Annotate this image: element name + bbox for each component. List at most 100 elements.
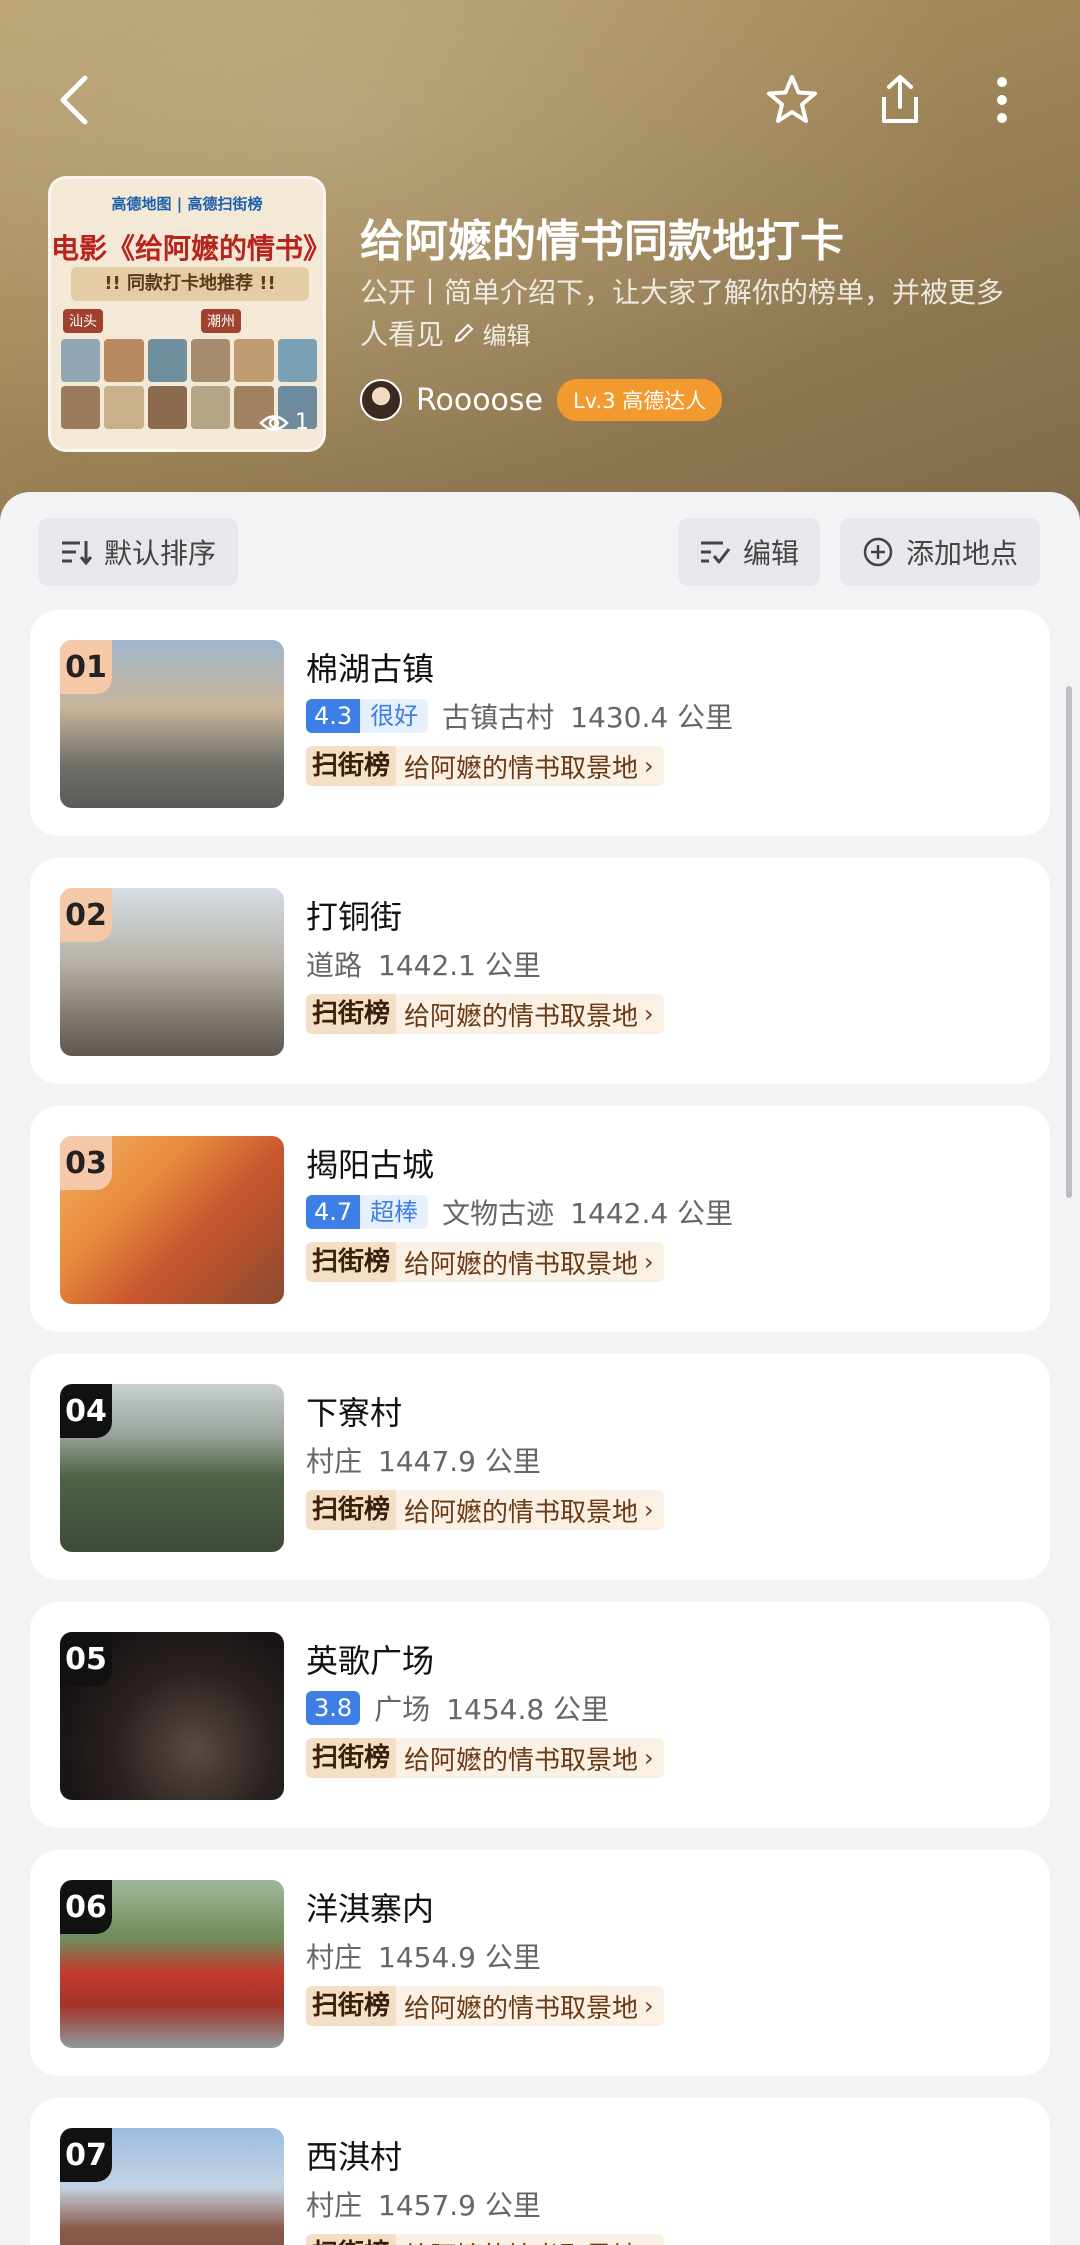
list-description: 公开丨简单介绍下，让大家了解你的榜单，并被更多人看见 编辑 [360,272,1020,357]
top-bar [0,60,1080,150]
place-photo: 07 [60,2128,284,2245]
rank-badge: 03 [60,1136,112,1190]
place-card[interactable]: 03 揭阳古城 4.7 超棒 文物古迹 1442.4 公里 扫街榜 给阿嬷的情书… [30,1106,1050,1332]
place-meta: 村庄 1447.9 公里 [306,1440,541,1480]
view-count-value: 1 [295,410,309,435]
author-name[interactable]: Roooose [416,383,543,418]
place-category: 古镇古村 [442,701,555,734]
ranking-text: 给阿嬷的情书取景地 [404,2236,638,2245]
place-name: 英歌广场 [306,1642,435,1680]
ranking-brand: 扫街榜 [306,2234,397,2245]
rating-score: 3.8 [306,1691,361,1725]
place-distance: 1454.9 公里 [378,1941,541,1974]
chevron-right-icon: › [644,1992,654,2020]
add-place-button[interactable]: 添加地点 [840,518,1040,586]
place-meta: 村庄 1454.9 公里 [306,1936,541,1976]
place-card[interactable]: 01 棉湖古镇 4.3 很好 古镇古村 1430.4 公里 扫街榜 给阿嬷的情书… [30,610,1050,836]
more-vertical-icon [997,77,1007,123]
place-meta: 4.3 很好 古镇古村 1430.4 公里 [306,696,733,736]
place-photo: 04 [60,1384,284,1552]
place-distance: 1430.4 公里 [570,701,734,734]
place-category: 村庄 [306,1941,363,1974]
rank-badge: 04 [60,1384,112,1438]
ranking-badge[interactable]: 扫街榜 给阿嬷的情书取景地 › [306,1242,664,1282]
place-card[interactable]: 02 打铜街 道路 1442.1 公里 扫街榜 给阿嬷的情书取景地 › [30,858,1050,1084]
cover-logos: 高德地图 | 高德扫街榜 [111,195,263,213]
place-distance: 1442.4 公里 [570,1197,734,1230]
place-photo: 06 [60,1880,284,2048]
back-arrow-icon [60,75,88,125]
ranking-badge[interactable]: 扫街榜 给阿嬷的情书取景地 › [306,994,664,1034]
back-button[interactable] [35,60,115,140]
ranking-brand: 扫街榜 [306,1490,397,1530]
place-photo: 02 [60,888,284,1056]
edit-list-button[interactable]: 编辑 [678,518,820,586]
ranking-text: 给阿嬷的情书取景地 [404,1745,639,1776]
place-name: 下寮村 [306,1394,403,1432]
place-category: 文物古迹 [442,1197,555,1230]
cover-tag-left: 汕头 [63,309,103,333]
place-name: 棉湖古镇 [306,650,435,688]
ranking-text: 给阿嬷的情书取景地 [404,1993,639,2024]
place-distance: 1454.8 公里 [446,1693,610,1726]
edit-description-link[interactable]: 编辑 [453,322,531,350]
view-count: 1 [259,410,309,435]
rating-word: 很好 [360,699,429,733]
edit-list-label: 编辑 [742,537,799,570]
ranking-text: 给阿嬷的情书取景地 [404,753,639,784]
ranking-badge[interactable]: 扫街榜 给阿嬷的情书取景地 › [306,1738,664,1778]
ranking-text: 给阿嬷的情书取景地 [404,1001,639,1032]
list-cover-image[interactable]: 高德地图 | 高德扫街榜 电影《给阿嬷的情书》 !! 同款打卡地推荐 !! 汕头… [48,176,326,452]
place-card[interactable]: 04 下寮村 村庄 1447.9 公里 扫街榜 给阿嬷的情书取景地 › [30,1354,1050,1580]
avatar[interactable] [360,379,402,421]
rating-score: 4.7 [306,1195,361,1229]
place-card[interactable]: 05 英歌广场 3.8 广场 1454.8 公里 扫街榜 给阿嬷的情书取景地 › [30,1602,1050,1828]
rank-badge: 05 [60,1632,112,1686]
place-photo: 03 [60,1136,284,1304]
share-icon [882,75,918,123]
favorite-button[interactable] [752,60,832,140]
ranking-badge[interactable]: 扫街榜 给阿嬷的情书取景地 › [306,1490,664,1530]
edit-description-label: 编辑 [482,322,531,350]
place-meta: 道路 1442.1 公里 [306,944,541,984]
rating-badge: 4.7 超棒 [306,1195,429,1229]
place-meta: 4.7 超棒 文物古迹 1442.4 公里 [306,1192,733,1232]
place-category: 广场 [374,1693,431,1726]
cover-tag-right: 潮州 [201,309,241,333]
chevron-right-icon: › [644,2240,654,2245]
add-place-label: 添加地点 [905,537,1018,570]
ranking-brand: 扫街榜 [306,746,397,786]
place-card[interactable]: 06 洋淇寨内 村庄 1454.9 公里 扫街榜 给阿嬷的情书取景地 › [30,1850,1050,2076]
share-button[interactable] [860,60,940,140]
rating-word: 超棒 [360,1195,429,1229]
ranking-badge[interactable]: 扫街榜 给阿嬷的情书取景地 › [306,2234,664,2245]
chevron-right-icon: › [644,1000,654,1028]
rating-badge: 4.3 很好 [306,699,429,733]
place-category: 村庄 [306,2189,363,2222]
chevron-right-icon: › [644,1744,654,1772]
ranking-badge[interactable]: 扫街榜 给阿嬷的情书取景地 › [306,1986,664,2026]
ranking-brand: 扫街榜 [306,994,397,1034]
ranking-brand: 扫街榜 [306,1738,397,1778]
ranking-badge[interactable]: 扫街榜 给阿嬷的情书取景地 › [306,746,664,786]
place-card[interactable]: 07 西淇村 村庄 1457.9 公里 扫街榜 给阿嬷的情书取景地 › [30,2098,1050,2245]
scrollbar[interactable] [1066,686,1072,1198]
ranking-text: 给阿嬷的情书取景地 [404,1249,639,1280]
place-name: 西淇村 [306,2138,403,2176]
edit-list-icon [700,541,731,564]
sort-icon [61,541,92,566]
place-distance: 1442.1 公里 [378,949,541,982]
pencil-icon [454,323,474,343]
sort-button[interactable]: 默认排序 [38,518,238,586]
cover-movie-title: 电影《给阿嬷的情书》 [51,232,326,265]
place-meta: 3.8 广场 1454.8 公里 [306,1688,609,1728]
ranking-text: 给阿嬷的情书取景地 [404,1497,639,1528]
rating-badge: 3.8 [306,1691,361,1725]
author-row[interactable]: Roooose Lv.3 高德达人 [360,378,723,422]
rank-badge: 06 [60,1880,112,1934]
rank-badge: 07 [60,2128,112,2182]
ranking-brand: 扫街榜 [306,1242,397,1282]
place-category: 村庄 [306,1445,363,1478]
more-options-button[interactable] [962,60,1042,140]
place-name: 洋淇寨内 [306,1890,435,1928]
